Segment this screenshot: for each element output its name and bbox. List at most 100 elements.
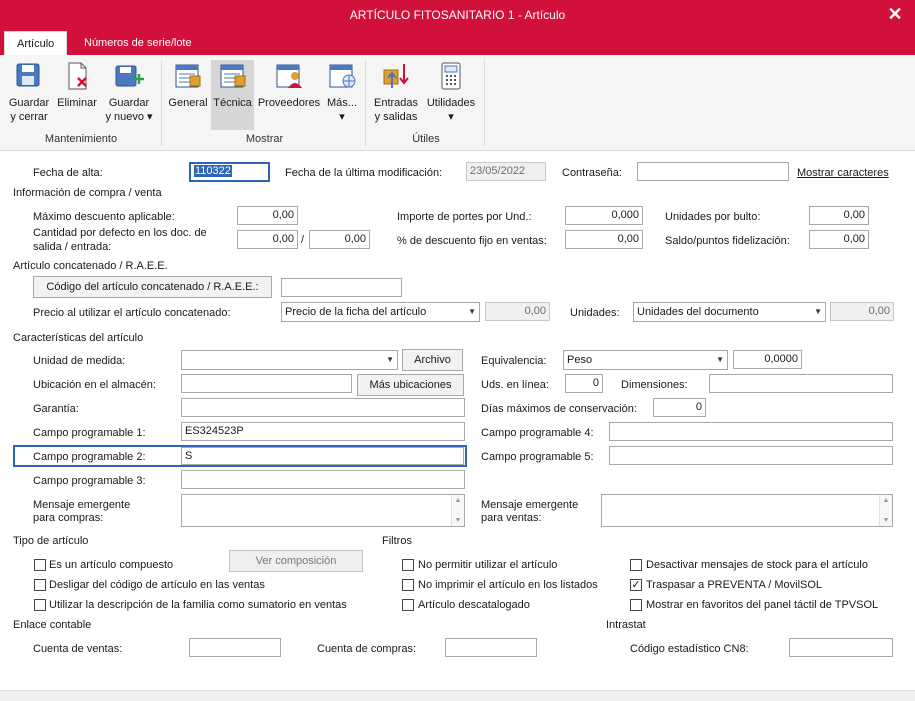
unidad-medida-label: Unidad de medida:	[33, 355, 126, 367]
codigo-cn8-input[interactable]	[789, 638, 893, 657]
campo-programable-2-label: Campo programable 2:	[33, 451, 146, 463]
campo-programable-3-input[interactable]	[181, 470, 465, 489]
unidades-concatenado-select[interactable]: Unidades del documento ▼	[633, 302, 826, 322]
descatalogado-label: Artículo descatalogado	[418, 599, 530, 611]
garantia-input[interactable]	[181, 398, 465, 417]
archivo-button[interactable]: Archivo	[402, 349, 463, 371]
ver-composicion-button[interactable]: Ver composición	[229, 550, 363, 572]
contrasena-input[interactable]	[637, 162, 789, 181]
unidad-medida-select[interactable]: ▼	[181, 350, 398, 370]
guardar-cerrar-label-2: y cerrar	[10, 111, 48, 123]
scrollbar[interactable]: ▲ ▼	[451, 495, 464, 526]
descuento-fijo-label: % de descuento fijo en ventas:	[397, 235, 547, 247]
uds-linea-label: Uds. en línea:	[481, 379, 549, 391]
unidades-concatenado-label: Unidades:	[570, 307, 620, 319]
eliminar-button[interactable]: Eliminar	[55, 60, 99, 130]
unidades-bulto-input[interactable]: 0,00	[809, 206, 869, 225]
ubicacion-input[interactable]	[181, 374, 352, 393]
dias-maximos-label: Días máximos de conservación:	[481, 403, 637, 415]
cantidad-defecto-label-1: Cantidad por defecto en los doc. de	[33, 227, 207, 239]
dimensiones-input[interactable]	[709, 374, 893, 393]
chevron-down-icon: ▼	[468, 307, 476, 316]
campo-programable-2-input[interactable]: S	[181, 447, 464, 465]
general-button[interactable]: General	[167, 60, 209, 130]
saldo-puntos-input[interactable]: 0,00	[809, 230, 869, 249]
fecha-alta-value: 110322	[194, 165, 232, 177]
cuenta-compras-label: Cuenta de compras:	[317, 643, 417, 655]
precio-concatenado-value: 0,00	[485, 302, 550, 321]
precio-concatenado-select[interactable]: Precio de la ficha del artículo ▼	[281, 302, 480, 322]
utilidades-button[interactable]: Utilidades ▾	[423, 60, 479, 130]
campo-programable-3-label: Campo programable 3:	[33, 475, 146, 487]
campo-programable-5-label: Campo programable 5:	[481, 451, 594, 463]
mensaje-ventas-label-2: para ventas:	[481, 512, 542, 524]
caracteristicas-section: Características del artículo	[13, 332, 144, 344]
scroll-up-icon[interactable]: ▲	[880, 497, 892, 504]
guardar-nuevo-label-2: y nuevo ▾	[105, 111, 153, 123]
mas-button[interactable]: Más... ▾	[324, 60, 360, 130]
mostrar-favoritos-checkbox[interactable]	[630, 599, 642, 611]
descatalogado-checkbox[interactable]	[402, 599, 414, 611]
enlace-contable-section: Enlace contable	[13, 619, 92, 631]
traspasar-preventa-checkbox[interactable]: ✓	[630, 579, 642, 591]
guardar-nuevo-button[interactable]: Guardar y nuevo ▾	[104, 60, 154, 130]
compuesto-checkbox[interactable]	[34, 559, 46, 571]
fecha-alta-input[interactable]: 110322	[189, 162, 270, 182]
campo-programable-5-input[interactable]	[609, 446, 893, 465]
campo-programable-4-input[interactable]	[609, 422, 893, 441]
scroll-up-icon[interactable]: ▲	[452, 497, 464, 504]
cuenta-compras-input[interactable]	[445, 638, 537, 657]
scroll-down-icon[interactable]: ▼	[452, 517, 464, 524]
mostrar-caracteres-link[interactable]: Mostrar caracteres	[797, 167, 889, 179]
scroll-down-icon[interactable]: ▼	[880, 517, 892, 524]
contrasena-label: Contraseña:	[562, 167, 622, 179]
codigo-concatenado-input[interactable]	[281, 278, 402, 297]
guardar-cerrar-button[interactable]: Guardar y cerrar	[6, 60, 52, 130]
unidades-concatenado-value: 0,00	[830, 302, 894, 321]
close-icon[interactable]: ✕	[885, 0, 905, 31]
equivalencia-select[interactable]: Peso ▼	[563, 350, 728, 370]
mensaje-compras-textarea[interactable]: ▲ ▼	[181, 494, 465, 527]
entradas-salidas-button[interactable]: Entradas y salidas	[371, 60, 421, 130]
cantidad-entrada-input[interactable]: 0,00	[309, 230, 370, 249]
mas-label-2: ▾	[339, 111, 345, 123]
cantidad-salida-input[interactable]: 0,00	[237, 230, 298, 249]
guardar-nuevo-label-1: Guardar	[108, 97, 150, 109]
compra-venta-section: Información de compra / venta	[13, 187, 162, 199]
cuenta-ventas-label: Cuenta de ventas:	[33, 643, 123, 655]
equivalencia-input[interactable]: 0,0000	[733, 350, 802, 369]
save-icon	[16, 63, 40, 87]
descuento-fijo-input[interactable]: 0,00	[565, 230, 643, 249]
mensaje-ventas-label-1: Mensaje emergente	[481, 499, 579, 511]
max-descuento-input[interactable]: 0,00	[237, 206, 298, 225]
portes-input[interactable]: 0,000	[565, 206, 643, 225]
cuenta-ventas-input[interactable]	[189, 638, 281, 657]
proveedores-button[interactable]: Proveedores	[256, 60, 322, 130]
scrollbar[interactable]: ▲ ▼	[879, 495, 892, 526]
desactivar-stock-label: Desactivar mensajes de stock para el art…	[646, 559, 868, 571]
group-mostrar: Mostrar	[245, 133, 284, 145]
concatenado-section: Artículo concatenado / R.A.E.E.	[13, 260, 168, 272]
codigo-concatenado-button[interactable]: Código del artículo concatenado / R.A.E.…	[33, 276, 272, 298]
uds-linea-input[interactable]: 0	[565, 374, 603, 393]
no-permitir-checkbox[interactable]	[402, 559, 414, 571]
proveedores-label: Proveedores	[257, 97, 321, 109]
filtros-section: Filtros	[382, 535, 412, 547]
dias-maximos-input[interactable]: 0	[653, 398, 706, 417]
mensaje-compras-label-2: para compras:	[33, 512, 104, 524]
mensaje-ventas-textarea[interactable]: ▲ ▼	[601, 494, 893, 527]
chevron-down-icon: ▼	[814, 307, 822, 316]
no-imprimir-checkbox[interactable]	[402, 579, 414, 591]
desligar-checkbox[interactable]	[34, 579, 46, 591]
mas-ubicaciones-button[interactable]: Más ubicaciones	[357, 374, 464, 396]
group-separator	[484, 60, 485, 146]
desactivar-stock-checkbox[interactable]	[630, 559, 642, 571]
tecnica-button[interactable]: Técnica	[211, 60, 254, 130]
cantidad-separator: /	[301, 234, 305, 246]
tab-numeros-serie-lote[interactable]: Números de serie/lote	[72, 31, 204, 55]
descripcion-familia-checkbox[interactable]	[34, 599, 46, 611]
campo-programable-1-input[interactable]: ES324523P	[181, 422, 465, 441]
status-bar	[0, 690, 915, 701]
group-utiles: Útiles	[412, 133, 440, 145]
tab-articulo[interactable]: Artículo	[4, 31, 68, 55]
